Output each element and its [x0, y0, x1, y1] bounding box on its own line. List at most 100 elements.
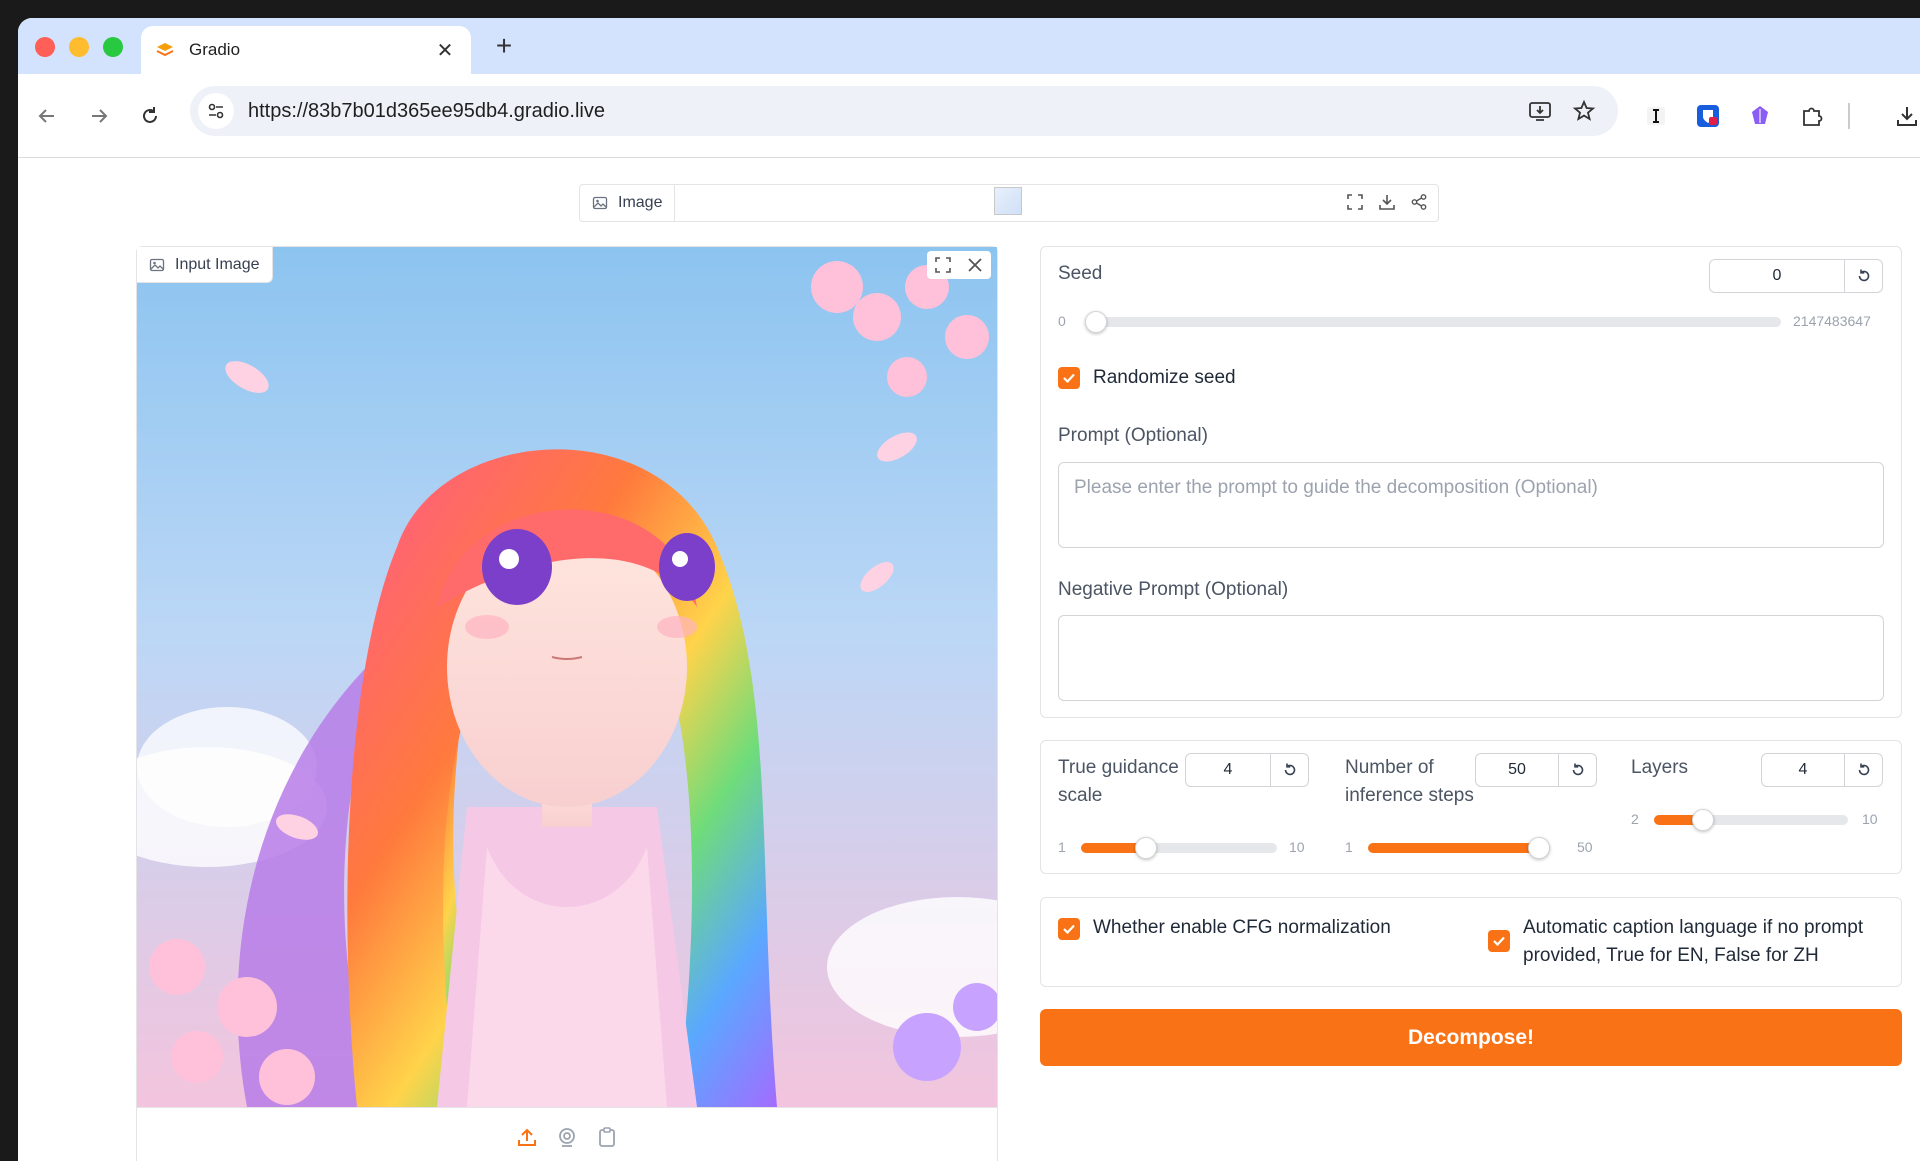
- steps-max: 50: [1577, 839, 1593, 855]
- arrow-right-icon: [92, 109, 108, 123]
- layers-min: 2: [1631, 811, 1639, 827]
- input-fullscreen-button[interactable]: [931, 253, 955, 277]
- download-icon: [1897, 107, 1917, 126]
- input-image-label-text: Input Image: [175, 255, 260, 273]
- options-panel: Whether enable CFG normalization Automat…: [1040, 897, 1902, 987]
- site-info-button[interactable]: [198, 93, 234, 129]
- input-image-panel: Input Image: [136, 246, 998, 1161]
- gradio-app: Image Input Image Seed 0 0 2147483647 Ra…: [18, 159, 1920, 1161]
- browser-toolbar: https://83b7b01d365ee95db4.gradio.live: [18, 74, 1920, 158]
- seed-min: 0: [1058, 313, 1066, 329]
- gradio-favicon-icon: [156, 43, 174, 57]
- settings-panel: Seed 0 0 2147483647 Randomize seed Promp…: [1040, 246, 1902, 718]
- bookmark-star-icon[interactable]: [1572, 99, 1596, 123]
- seed-value[interactable]: 0: [1710, 267, 1844, 285]
- steps-value[interactable]: 50: [1476, 761, 1558, 779]
- layers-reset-button[interactable]: [1844, 754, 1882, 786]
- tab-gradio[interactable]: Gradio ✕: [141, 26, 471, 74]
- output-image-label-text: Image: [618, 194, 663, 211]
- reset-icon: [1284, 763, 1295, 776]
- guidance-slider[interactable]: [1081, 837, 1277, 859]
- prompt-textarea[interactable]: Please enter the prompt to guide the dec…: [1058, 462, 1884, 548]
- layers-slider-thumb[interactable]: [1691, 809, 1714, 831]
- steps-slider[interactable]: [1368, 837, 1550, 859]
- forward-button[interactable]: [83, 100, 115, 132]
- reload-button[interactable]: [134, 100, 166, 132]
- share-button[interactable]: [1408, 189, 1430, 215]
- clipboard-icon: [599, 1126, 615, 1147]
- guidance-reset-button[interactable]: [1270, 754, 1308, 786]
- guidance-slider-thumb[interactable]: [1135, 837, 1158, 859]
- upload-button[interactable]: [514, 1124, 540, 1150]
- guidance-value[interactable]: 4: [1186, 761, 1270, 779]
- checkmark-icon: [1493, 936, 1505, 947]
- text-cursor-extension-icon[interactable]: [1640, 100, 1672, 132]
- seed-slider[interactable]: [1085, 311, 1781, 333]
- tab-title: Gradio: [189, 40, 241, 59]
- install-app-icon[interactable]: [1528, 99, 1552, 123]
- download-button[interactable]: [1891, 100, 1920, 132]
- layers-slider[interactable]: [1654, 809, 1848, 831]
- puzzle-extensions-icon[interactable]: [1796, 100, 1828, 132]
- prompt-label: Prompt (Optional): [1058, 425, 1208, 446]
- url-text[interactable]: https://83b7b01d365ee95db4.gradio.live: [248, 100, 1528, 123]
- steps-label-line2: inference steps: [1345, 785, 1474, 806]
- guidance-label-line2: scale: [1058, 785, 1103, 806]
- caption-language-checkbox[interactable]: [1488, 930, 1510, 952]
- negative-prompt-textarea[interactable]: [1058, 615, 1884, 701]
- sliders-panel: True guidance scale 4 1 10 Number of inf…: [1040, 740, 1902, 874]
- tab-strip: Gradio ✕ +: [18, 18, 1920, 74]
- broken-image-icon: [994, 187, 1022, 215]
- cfg-normalization-checkbox[interactable]: [1058, 918, 1080, 940]
- bitwarden-extension-icon[interactable]: [1692, 100, 1724, 132]
- webcam-button[interactable]: [554, 1124, 580, 1150]
- address-bar[interactable]: https://83b7b01d365ee95db4.gradio.live: [190, 86, 1618, 136]
- caption-language-label-line1[interactable]: Automatic caption language if no prompt: [1523, 914, 1863, 942]
- steps-slider-fill: [1368, 843, 1550, 853]
- input-image-label: Input Image: [137, 247, 273, 283]
- cfg-normalization-label[interactable]: Whether enable CFG normalization: [1093, 914, 1391, 942]
- clear-image-button[interactable]: [963, 253, 987, 277]
- back-button[interactable]: [31, 100, 63, 132]
- download-image-button[interactable]: [1376, 189, 1398, 215]
- decompose-button[interactable]: Decompose!: [1040, 1009, 1902, 1066]
- close-tab-icon[interactable]: ✕: [433, 38, 457, 63]
- paste-clipboard-button[interactable]: [594, 1124, 620, 1150]
- new-tab-button[interactable]: +: [488, 30, 520, 62]
- prompt-placeholder: Please enter the prompt to guide the dec…: [1074, 477, 1598, 498]
- image-icon: [149, 258, 165, 271]
- layers-max: 10: [1862, 811, 1878, 827]
- arrow-left-icon: [38, 109, 54, 123]
- seed-label: Seed: [1058, 263, 1103, 284]
- guidance-max: 10: [1289, 839, 1305, 855]
- caption-language-label-line2[interactable]: provided, True for EN, False for ZH: [1523, 942, 1819, 970]
- fullscreen-icon: [935, 257, 951, 273]
- layers-value[interactable]: 4: [1762, 761, 1844, 779]
- reload-icon: [143, 107, 157, 123]
- zoom-window-button[interactable]: [103, 37, 123, 57]
- guidance-label-line1: True guidance: [1058, 757, 1179, 778]
- seed-slider-thumb[interactable]: [1085, 311, 1107, 333]
- minimize-window-button[interactable]: [69, 37, 89, 57]
- fullscreen-icon: [1347, 194, 1363, 210]
- guidance-min: 1: [1058, 839, 1066, 855]
- seed-number-input[interactable]: 0: [1709, 259, 1883, 293]
- randomize-seed-checkbox[interactable]: [1058, 367, 1080, 389]
- steps-number-input[interactable]: 50: [1475, 753, 1597, 787]
- steps-slider-thumb[interactable]: [1528, 837, 1550, 859]
- fullscreen-button[interactable]: [1344, 189, 1366, 215]
- steps-reset-button[interactable]: [1558, 754, 1596, 786]
- seed-reset-button[interactable]: [1844, 260, 1882, 292]
- guidance-number-input[interactable]: 4: [1185, 753, 1309, 787]
- layers-label: Layers: [1631, 757, 1689, 778]
- image-source-bar: [137, 1107, 997, 1161]
- output-image-panel: Image: [579, 184, 1439, 222]
- layers-number-input[interactable]: 4: [1761, 753, 1883, 787]
- close-window-button[interactable]: [35, 37, 55, 57]
- steps-min: 1: [1345, 839, 1353, 855]
- toolbar-divider: [1848, 103, 1850, 129]
- randomize-seed-label[interactable]: Randomize seed: [1093, 364, 1236, 392]
- input-image-preview: [137, 247, 997, 1107]
- purple-shield-extension-icon[interactable]: [1744, 100, 1776, 132]
- negative-prompt-label: Negative Prompt (Optional): [1058, 579, 1289, 600]
